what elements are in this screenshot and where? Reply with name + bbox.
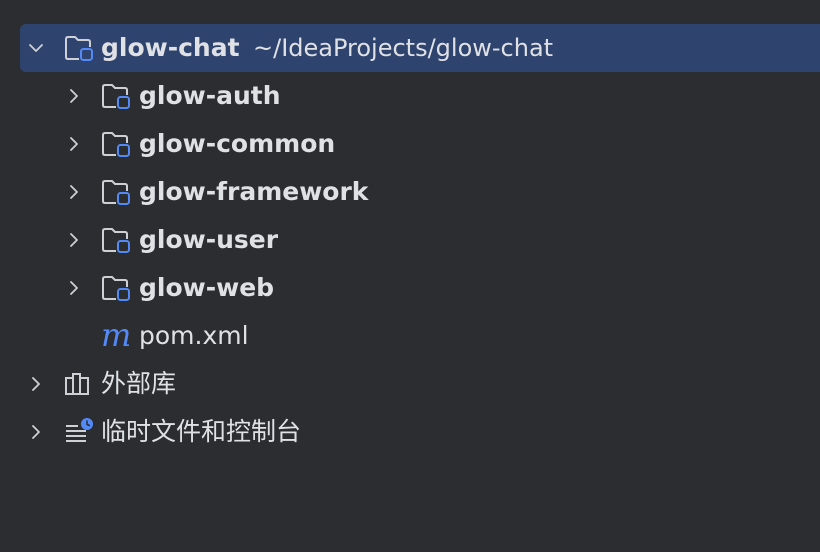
tree-row-module[interactable]: glow-auth — [0, 72, 820, 120]
tree-row-pom[interactable]: m pom.xml — [0, 312, 820, 360]
pom-file-name: pom.xml — [139, 321, 249, 350]
maven-icon: m — [101, 316, 132, 354]
module-folder-icon — [64, 33, 96, 63]
chevron-right-icon[interactable] — [26, 422, 46, 442]
tree-row-scratches[interactable]: 临时文件和控制台 — [0, 408, 820, 456]
tree-row-external-libraries[interactable]: 外部库 — [0, 360, 820, 408]
module-folder-icon — [101, 225, 133, 255]
chevron-right-icon[interactable] — [64, 86, 84, 106]
module-name: glow-user — [139, 225, 279, 254]
chevron-down-icon[interactable] — [26, 38, 46, 58]
module-folder-icon — [101, 129, 133, 159]
tree-row-module[interactable]: glow-framework — [0, 168, 820, 216]
scratches-label: 临时文件和控制台 — [101, 417, 302, 446]
module-name: glow-web — [139, 273, 275, 302]
project-path: ~/IdeaProjects/glow-chat — [253, 34, 554, 62]
module-folder-icon — [101, 177, 133, 207]
module-folder-icon — [101, 273, 133, 303]
tree-row-module[interactable]: glow-common — [0, 120, 820, 168]
scratches-icon — [64, 417, 96, 447]
chevron-right-icon[interactable] — [64, 278, 84, 298]
project-tree: glow-chat ~/IdeaProjects/glow-chat glow-… — [0, 0, 820, 552]
module-name: glow-framework — [139, 177, 369, 206]
module-folder-icon — [101, 81, 133, 111]
external-libraries-label: 外部库 — [101, 369, 177, 398]
tree-row-module[interactable]: glow-user — [0, 216, 820, 264]
chevron-right-icon[interactable] — [26, 374, 46, 394]
chevron-right-icon[interactable] — [64, 230, 84, 250]
module-name: glow-auth — [139, 81, 281, 110]
chevron-right-icon[interactable] — [64, 134, 84, 154]
module-name: glow-common — [139, 129, 336, 158]
library-icon — [64, 369, 96, 399]
tree-row-root[interactable]: glow-chat ~/IdeaProjects/glow-chat — [0, 24, 820, 72]
tree-row-module[interactable]: glow-web — [0, 264, 820, 312]
chevron-right-icon[interactable] — [64, 182, 84, 202]
project-name: glow-chat — [101, 33, 240, 62]
